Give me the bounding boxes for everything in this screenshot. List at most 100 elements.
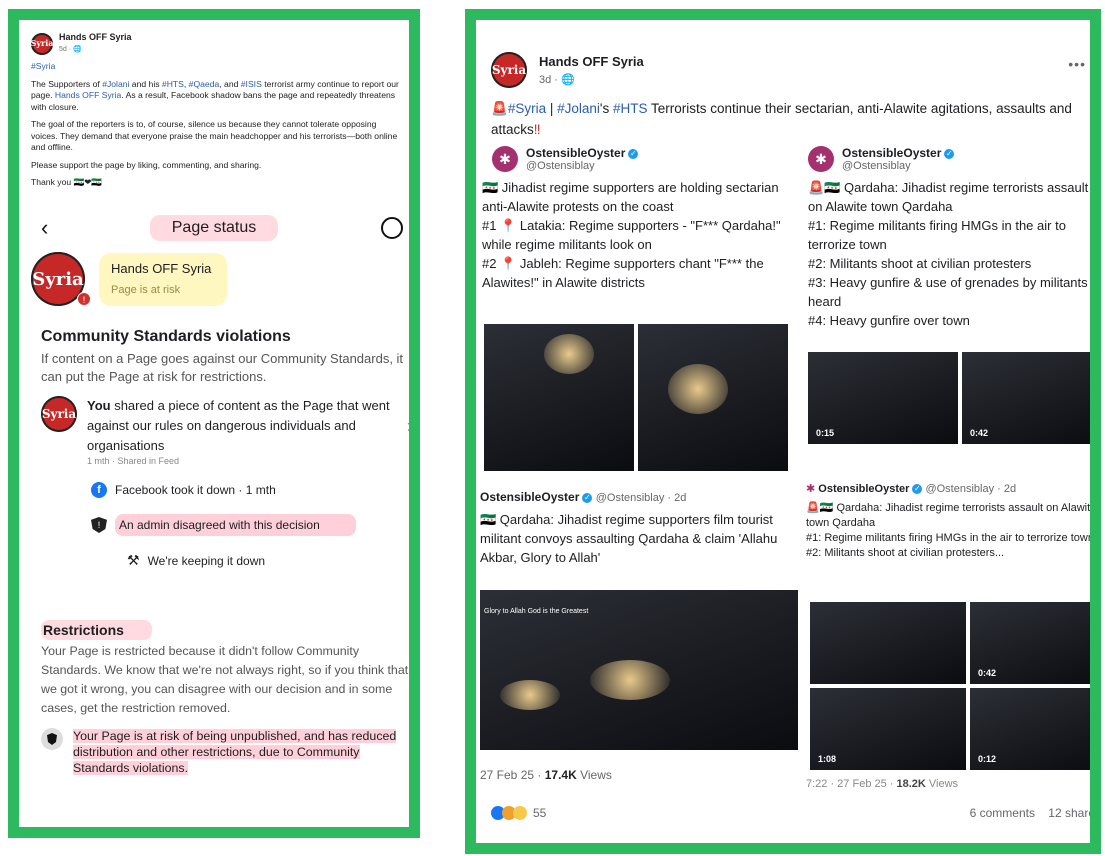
page-risk-status: Page is at risk (111, 283, 181, 296)
reaction-count: 55 (533, 806, 547, 820)
restrictions-heading: Restrictions (41, 620, 152, 640)
tweet-text: 🇸🇾 Jihadist regime supporters are holdin… (482, 180, 781, 290)
video-thumbnail[interactable]: 0:42 (970, 602, 1090, 684)
account-name: OstensibleOyster (480, 490, 580, 504)
shares-count[interactable]: 12 shares (1048, 806, 1090, 820)
video-thumbnail[interactable]: 1:08 (810, 688, 966, 770)
account-avatar-icon: ✱ (806, 483, 816, 495)
hashtag-syria[interactable]: #Syria (31, 61, 55, 71)
post-paragraph-3: Please support the page by liking, comme… (31, 159, 262, 170)
violation-text: shared a piece of content as the Page th… (87, 398, 390, 453)
top-post: Syria Hands OFF Syria 5d · 🌐 #Syria The … (19, 20, 409, 189)
video-thumbnail[interactable] (484, 324, 634, 471)
tweet-text: 🚨🇸🇾 Qardaha: Jihadist regime terrorists … (806, 502, 1097, 559)
video-thumbnail[interactable]: 0:12 (970, 688, 1090, 770)
video-duration: 1:08 (818, 754, 837, 764)
cs-description: If content on a Page goes against our Co… (41, 351, 404, 384)
verified-badge-icon: ✓ (628, 148, 639, 159)
hashtag-jolani[interactable]: #Jolani (102, 79, 129, 89)
verified-badge-icon: ✓ (912, 484, 923, 495)
tweet-text: 🇸🇾 Qardaha: Jihadist regime supporters f… (480, 512, 778, 565)
risk-text: Your Page is at risk of being unpublishe… (73, 729, 397, 775)
comment-bubble-icon: ○ (677, 842, 686, 854)
post-timestamp[interactable]: 3d · 🌐 (539, 73, 644, 86)
video-thumbnail[interactable]: 0:42 (962, 352, 1090, 444)
video-thumbnail[interactable] (638, 324, 788, 471)
post-text: 🚨#Syria | #Jolani's #HTS Terrorists cont… (491, 101, 1072, 137)
share-button[interactable]: ➦ Share (1021, 842, 1071, 854)
embedded-tweet-4[interactable]: ✱ OstensibleOyster ✓ @Ostensiblay · 2d 🚨🇸… (806, 482, 1097, 797)
page-status-title: Page status (149, 215, 279, 241)
video-duration: 0:15 (816, 428, 835, 438)
post-paragraph-2: The goal of the reporters is to, of cour… (31, 119, 398, 152)
account-handle: @Ostensiblay (842, 160, 911, 172)
verified-badge-icon: ✓ (582, 492, 593, 503)
page-name[interactable]: Hands OFF Syria (59, 32, 132, 44)
video-caption: Glory to Allah God is the Greatest (484, 608, 589, 615)
post-header: Syria Hands OFF Syria 5d · 🌐 (31, 32, 399, 55)
warning-badge-icon: ! (77, 292, 91, 306)
hashtag-jolani[interactable]: #Jolani (557, 101, 600, 116)
violation-meta: 1 mth · Shared in Feed (87, 456, 180, 466)
embedded-tweet-2[interactable]: ✱ OstensibleOyster ✓ @Ostensiblay 🚨🇸🇾 Qar… (798, 146, 1090, 471)
siren-icon: 🚨 (491, 101, 508, 116)
back-arrow-icon[interactable]: ‹ (41, 215, 48, 241)
page-name: Hands OFF Syria (111, 260, 212, 276)
reaction-summary[interactable]: 55 (491, 806, 546, 820)
account-avatar: ✱ (492, 146, 518, 172)
hashtag-hts[interactable]: #HTS (613, 101, 648, 116)
video-thumbnail[interactable] (810, 602, 966, 684)
embedded-tweet-1[interactable]: ✱ OstensibleOyster ✓ @Ostensiblay 🇸🇾 Jiha… (480, 146, 788, 471)
timeline-step-disagree: ! An admin disagreed with this decision (91, 514, 409, 536)
timeline-step-keep: ⚒ We're keeping it down (127, 552, 266, 568)
hashtag-isis[interactable]: #ISIS (241, 79, 262, 89)
gavel-icon: ⚒ (127, 552, 140, 568)
risk-item[interactable]: Your Page is at risk of being unpublishe… (41, 728, 409, 776)
embedded-tweet-3[interactable]: OstensibleOyster ✓ @Ostensiblay · 2d 🇸🇾 Q… (480, 490, 798, 790)
tweet-text: 🚨🇸🇾 Qardaha: Jihadist regime terrorists … (808, 180, 1089, 328)
sad-reaction-icon (513, 806, 527, 820)
post-action-bar: 👍︎ Like ○ Comment ◎ Send ➦ Share (491, 842, 1090, 854)
violation-item[interactable]: Syria You shared a piece of content as t… (41, 396, 409, 466)
page-account-row[interactable]: Syria ! Hands OFF Syria Page is at risk (31, 252, 228, 306)
tweet-footer: 7:22 · 27 Feb 25 · 18.2K Views (806, 778, 959, 790)
chevron-right-icon[interactable]: › (407, 416, 409, 437)
right-screenshot-panel: Syria Hands OFF Syria 3d · 🌐 ••• 🚨#Syria… (465, 9, 1101, 854)
hashtag-hts[interactable]: #HTS (162, 79, 184, 89)
left-screenshot-panel: Syria Hands OFF Syria 5d · 🌐 #Syria The … (8, 9, 420, 838)
send-button[interactable]: ◎ Send (861, 842, 906, 843)
globe-icon: 5d · 🌐 (59, 45, 82, 53)
page-status-header: ‹ Page status (19, 210, 409, 246)
comments-count[interactable]: 6 comments (970, 806, 1035, 820)
post-paragraph-4: Thank you 🇸🇾❤🇸🇾 (31, 177, 103, 187)
share-arrow-icon: ➦ (1021, 842, 1033, 854)
post-stats-bar: 55 6 comments 12 shares (491, 806, 1090, 820)
exclamation-icon: ‼ (533, 122, 541, 137)
more-options-icon[interactable]: ••• (1068, 56, 1086, 72)
facebook-icon: f (91, 482, 107, 498)
account-name: OstensibleOyster (842, 146, 942, 160)
cs-heading: Community Standards violations (41, 328, 291, 345)
video-thumbnail[interactable]: 0:15 (808, 352, 958, 444)
page-avatar[interactable]: Syria (491, 52, 527, 88)
account-name: OstensibleOyster (818, 483, 910, 495)
shield-icon (41, 728, 63, 750)
video-duration: 0:12 (978, 754, 997, 764)
chevron-right-icon[interactable]: › (415, 742, 420, 763)
hashtag-qaeda[interactable]: #Qaeda (189, 79, 220, 89)
account-name: OstensibleOyster (526, 146, 626, 160)
page-mention-link[interactable]: Hands OFF Syria (55, 90, 121, 100)
video-duration: 0:42 (978, 668, 997, 678)
restrictions-description: Your Page is restricted because it didn'… (41, 644, 409, 715)
profile-icon[interactable] (381, 217, 403, 239)
account-handle: @Ostensiblay (526, 160, 595, 172)
page-avatar: Syria (41, 396, 77, 432)
page-name[interactable]: Hands OFF Syria (539, 54, 644, 69)
video-thumbnail[interactable]: Glory to Allah God is the Greatest (480, 590, 798, 750)
restrictions-section: Restrictions Your Page is restricted bec… (41, 620, 409, 776)
comment-button[interactable]: ○ Comment (677, 842, 746, 854)
like-button[interactable]: 👍︎ Like (521, 842, 562, 843)
hashtag-syria[interactable]: #Syria (508, 101, 546, 116)
page-avatar[interactable]: Syria (31, 32, 53, 55)
verified-badge-icon: ✓ (944, 148, 955, 159)
